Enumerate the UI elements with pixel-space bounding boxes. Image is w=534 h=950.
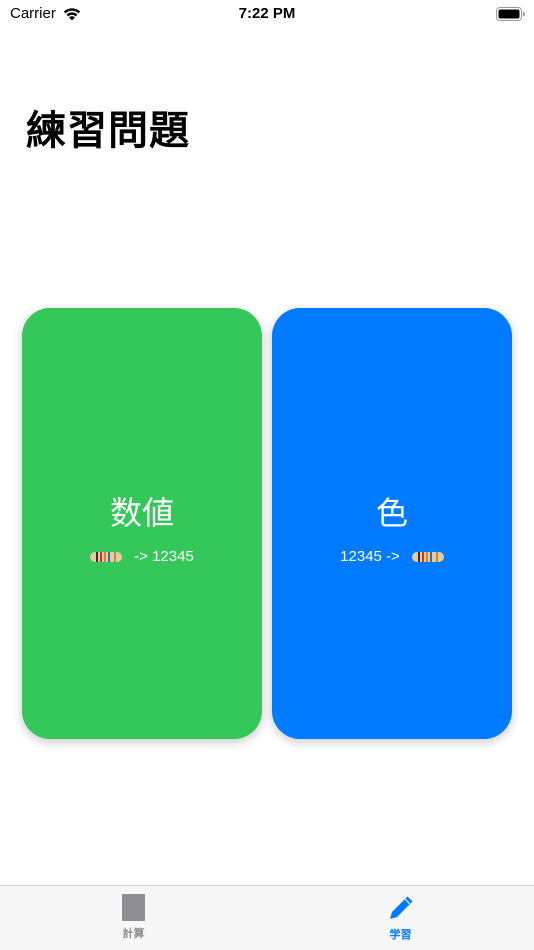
status-bar: Carrier 7:22 PM <box>0 0 534 30</box>
calculator-icon <box>122 894 145 921</box>
card-subtitle-color: 12345 -> <box>272 548 512 565</box>
color-practice-card[interactable]: 色 12345 -> <box>272 308 512 739</box>
pencil-icon <box>389 896 412 919</box>
tab-calculate[interactable]: 計算 <box>0 886 267 950</box>
tab-bar: 計算 学習 <box>0 885 534 950</box>
card-subtitle-color-text: 12345 -> <box>340 548 400 565</box>
tab-learn[interactable]: 学習 <box>267 886 534 950</box>
battery-icon <box>496 7 525 21</box>
tab-label-calculate: 計算 <box>122 927 145 940</box>
resistor-icon <box>90 551 123 562</box>
page-title: 練習問題 <box>26 108 190 154</box>
card-subtitle-numeric: -> 12345 <box>22 548 262 565</box>
card-title-numeric: 数値 <box>109 494 174 532</box>
resistor-icon <box>411 551 444 562</box>
card-subtitle-numeric-text: -> 12345 <box>134 548 194 565</box>
status-time: 7:22 PM <box>238 5 296 22</box>
numeric-practice-card[interactable]: 数値 -> 12345 <box>22 308 262 739</box>
app-screen: Carrier 7:22 PM 練習問題 数値 -> 12345 色 12345… <box>0 0 534 950</box>
card-title-color: 色 <box>375 494 408 532</box>
tab-label-learn: 学習 <box>389 928 412 941</box>
